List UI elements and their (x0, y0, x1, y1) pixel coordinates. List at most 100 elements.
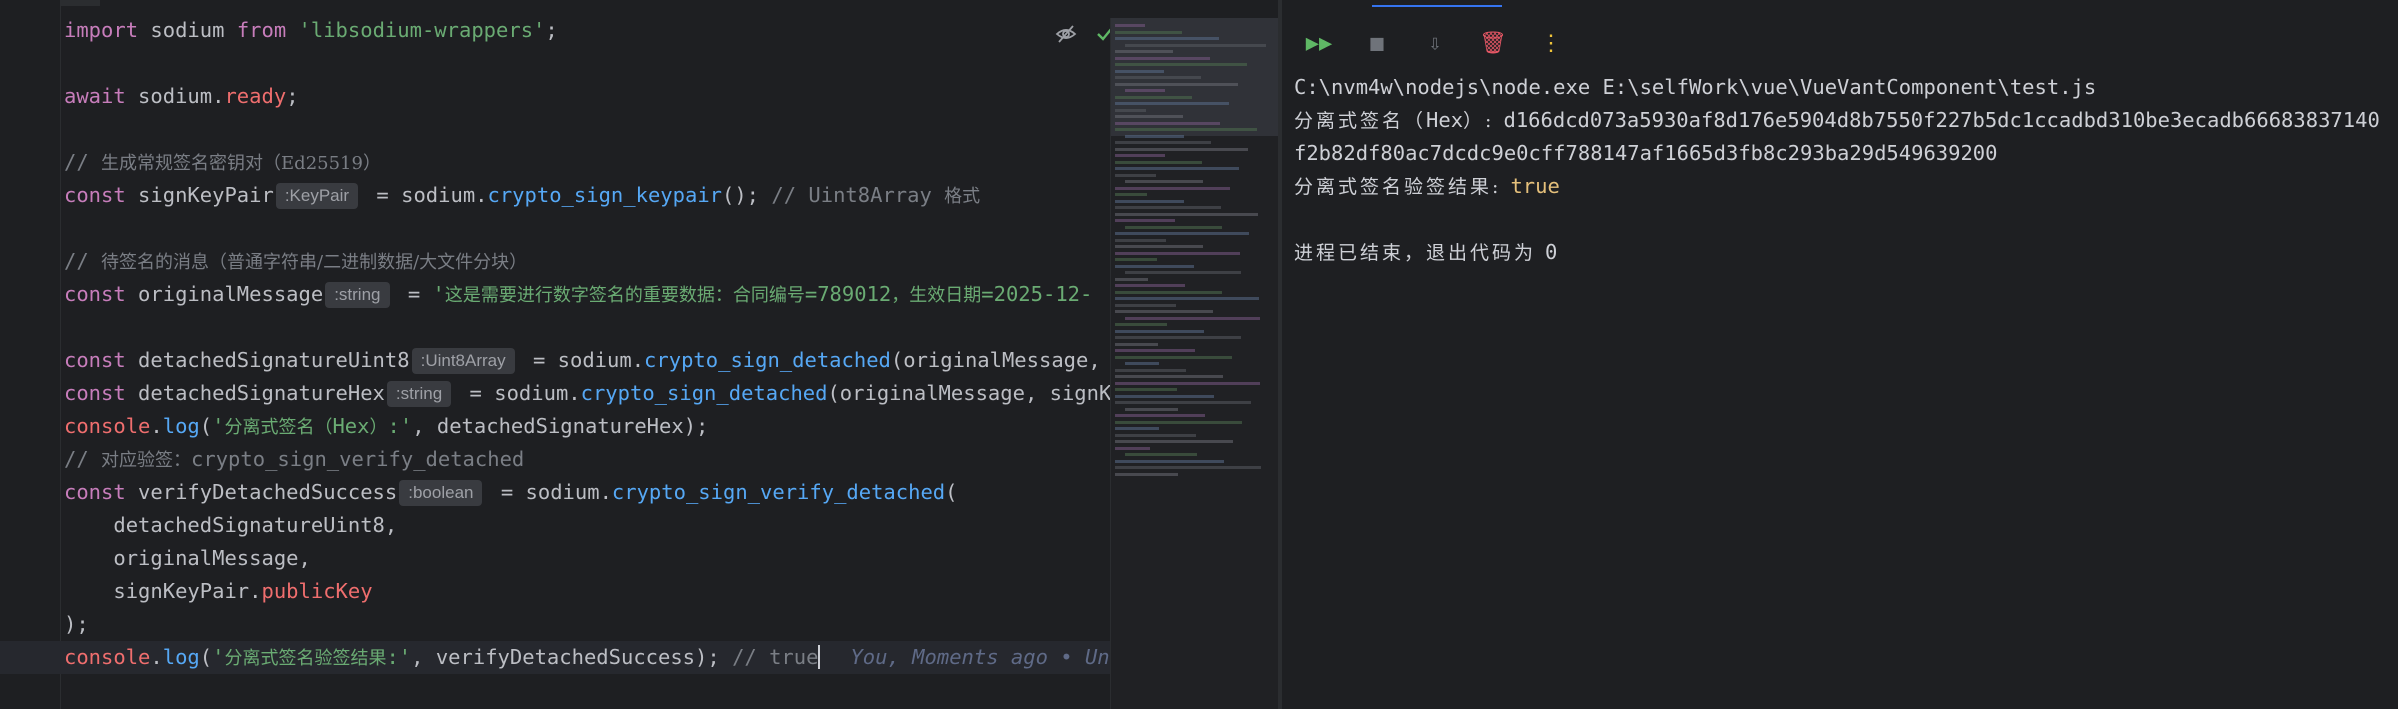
code-line[interactable]: ); (64, 608, 1114, 641)
code-token: 分离式签名（ (224, 417, 333, 438)
code-token: 生成常规签名密钥对（Ed25519） (101, 153, 381, 174)
minimap-line (1115, 232, 1249, 235)
minimap-line (1115, 277, 1148, 281)
minimap-line (1125, 362, 1159, 365)
minimap-line (1115, 95, 1192, 99)
code-token: 对应验签： (101, 450, 192, 471)
code-area[interactable]: import sodium from 'libsodium-wrappers';… (0, 14, 1136, 674)
code-token: 格式 (944, 186, 981, 207)
minimap[interactable] (1110, 18, 1278, 709)
code-line[interactable] (64, 212, 1114, 245)
code-line[interactable]: originalMessage, (64, 542, 1114, 575)
more-options-icon[interactable]: ⋮ (1536, 31, 1566, 56)
code-token: from (236, 18, 287, 42)
code-line[interactable]: const detachedSignatureUint8:Uint8Array … (64, 344, 1125, 377)
code-token: (originalMessage, signKey (827, 381, 1137, 405)
scroll-to-end-icon[interactable]: ⇩ (1420, 31, 1450, 56)
minimap-line (1115, 427, 1159, 430)
minimap-line (1115, 212, 1258, 216)
type-hint: :boolean (399, 480, 483, 506)
code-line[interactable]: // 待签名的消息（普通字符串/二进制数据/大文件分块） (64, 245, 1114, 278)
minimap-line (1115, 329, 1204, 333)
code-token: =789012 (804, 282, 892, 306)
minimap-line (1115, 69, 1164, 73)
minimap-line (1115, 76, 1201, 79)
minimap-line (1115, 30, 1182, 34)
minimap-line (1115, 394, 1214, 398)
code-token: // (64, 447, 102, 471)
console-text: 分离式签名验签结果: (1294, 176, 1511, 198)
code-token: crypto_sign_detached (644, 348, 891, 372)
code-line[interactable]: // 生成常规签名密钥对（Ed25519） (64, 146, 1114, 179)
code-token: const (64, 381, 126, 405)
code-line[interactable]: const signKeyPair:KeyPair = sodium.crypt… (64, 179, 1114, 212)
minimap-line (1115, 167, 1239, 170)
eye-off-icon[interactable] (1055, 23, 1077, 50)
console-text: C:\nvm4w\nodejs\node.exe E:\selfWork\vue… (1294, 75, 2097, 99)
type-hint: :KeyPair (275, 183, 359, 209)
code-token: ' (432, 282, 445, 306)
minimap-line (1115, 414, 1205, 417)
code-line[interactable]: console.log('分离式签名验签结果:', verifyDetached… (0, 641, 1134, 674)
code-line[interactable]: detachedSignatureUint8, (64, 509, 1114, 542)
code-line[interactable] (64, 47, 1114, 80)
code-token: =2025-12- (981, 282, 1093, 306)
code-line[interactable]: const detachedSignatureHex:string = sodi… (64, 377, 1136, 410)
minimap-line (1115, 459, 1224, 463)
code-token: :' (386, 645, 412, 669)
console-text: Hex (1426, 108, 1464, 132)
minimap-line (1115, 368, 1186, 372)
code-token: = sodium. (457, 381, 581, 405)
line-gutter[interactable] (0, 0, 61, 709)
minimap-line (1115, 375, 1223, 378)
minimap-line (1115, 472, 1178, 476)
code-line[interactable]: const originalMessage:string = '这是需要进行数字… (64, 278, 1114, 311)
minimap-line (1115, 388, 1177, 391)
code-line[interactable] (64, 113, 1114, 146)
code-line[interactable]: await sodium.ready; (64, 80, 1114, 113)
minimap-line (1125, 316, 1260, 320)
minimap-line (1125, 180, 1203, 183)
console-output[interactable]: C:\nvm4w\nodejs\node.exe E:\selfWork\vue… (1294, 71, 2394, 269)
minimap-line (1115, 199, 1184, 203)
code-token: ); (64, 612, 89, 636)
minimap-line (1115, 310, 1213, 313)
code-token: ; (286, 84, 299, 108)
minimap-line (1115, 63, 1247, 66)
console-line: 进程已结束，退出代码为 0 (1294, 236, 2394, 269)
code-line[interactable]: signKeyPair.publicKey (64, 575, 1114, 608)
rerun-icon[interactable]: ▶▶ (1304, 31, 1334, 56)
code-token: . (150, 414, 163, 438)
code-token: await (64, 84, 126, 108)
code-line[interactable] (64, 311, 1114, 344)
code-line[interactable]: console.log('分离式签名（Hex）:', detachedSigna… (64, 410, 1114, 443)
code-token: // Uint8Array (771, 183, 945, 207)
minimap-line (1125, 89, 1165, 92)
minimap-line (1115, 323, 1167, 326)
minimap-line (1125, 134, 1184, 138)
minimap-line (1115, 82, 1238, 86)
code-line[interactable]: // 对应验签：crypto_sign_verify_detached (64, 443, 1114, 476)
minimap-line (1115, 186, 1230, 190)
code-token: detachedSignatureHex (125, 381, 385, 405)
code-token: = sodium. (488, 480, 612, 504)
stop-icon[interactable]: ■ (1362, 31, 1392, 56)
minimap-line (1115, 381, 1260, 385)
minimap-line (1115, 420, 1242, 424)
git-blame-annotation: You, Moments ago • Unco (850, 645, 1135, 669)
clear-all-icon[interactable]: 🗑 (1478, 31, 1508, 56)
type-hint: :string (386, 381, 452, 407)
code-token: crypto_sign_verify_detached (191, 447, 525, 471)
code-token: originalMessage (125, 282, 324, 306)
minimap-line (1115, 297, 1259, 300)
minimap-line (1115, 115, 1183, 118)
code-token: ( (199, 414, 213, 438)
minimap-line (1115, 154, 1165, 157)
minimap-line (1125, 453, 1197, 456)
code-line[interactable]: import sodium from 'libsodium-wrappers'; (64, 14, 1114, 47)
code-line[interactable]: const verifyDetachedSuccess:boolean = so… (64, 476, 1114, 509)
code-token: Hex (332, 414, 370, 438)
code-editor[interactable]: import sodium from 'libsodium-wrappers';… (0, 0, 1278, 709)
minimap-line (1115, 238, 1166, 242)
